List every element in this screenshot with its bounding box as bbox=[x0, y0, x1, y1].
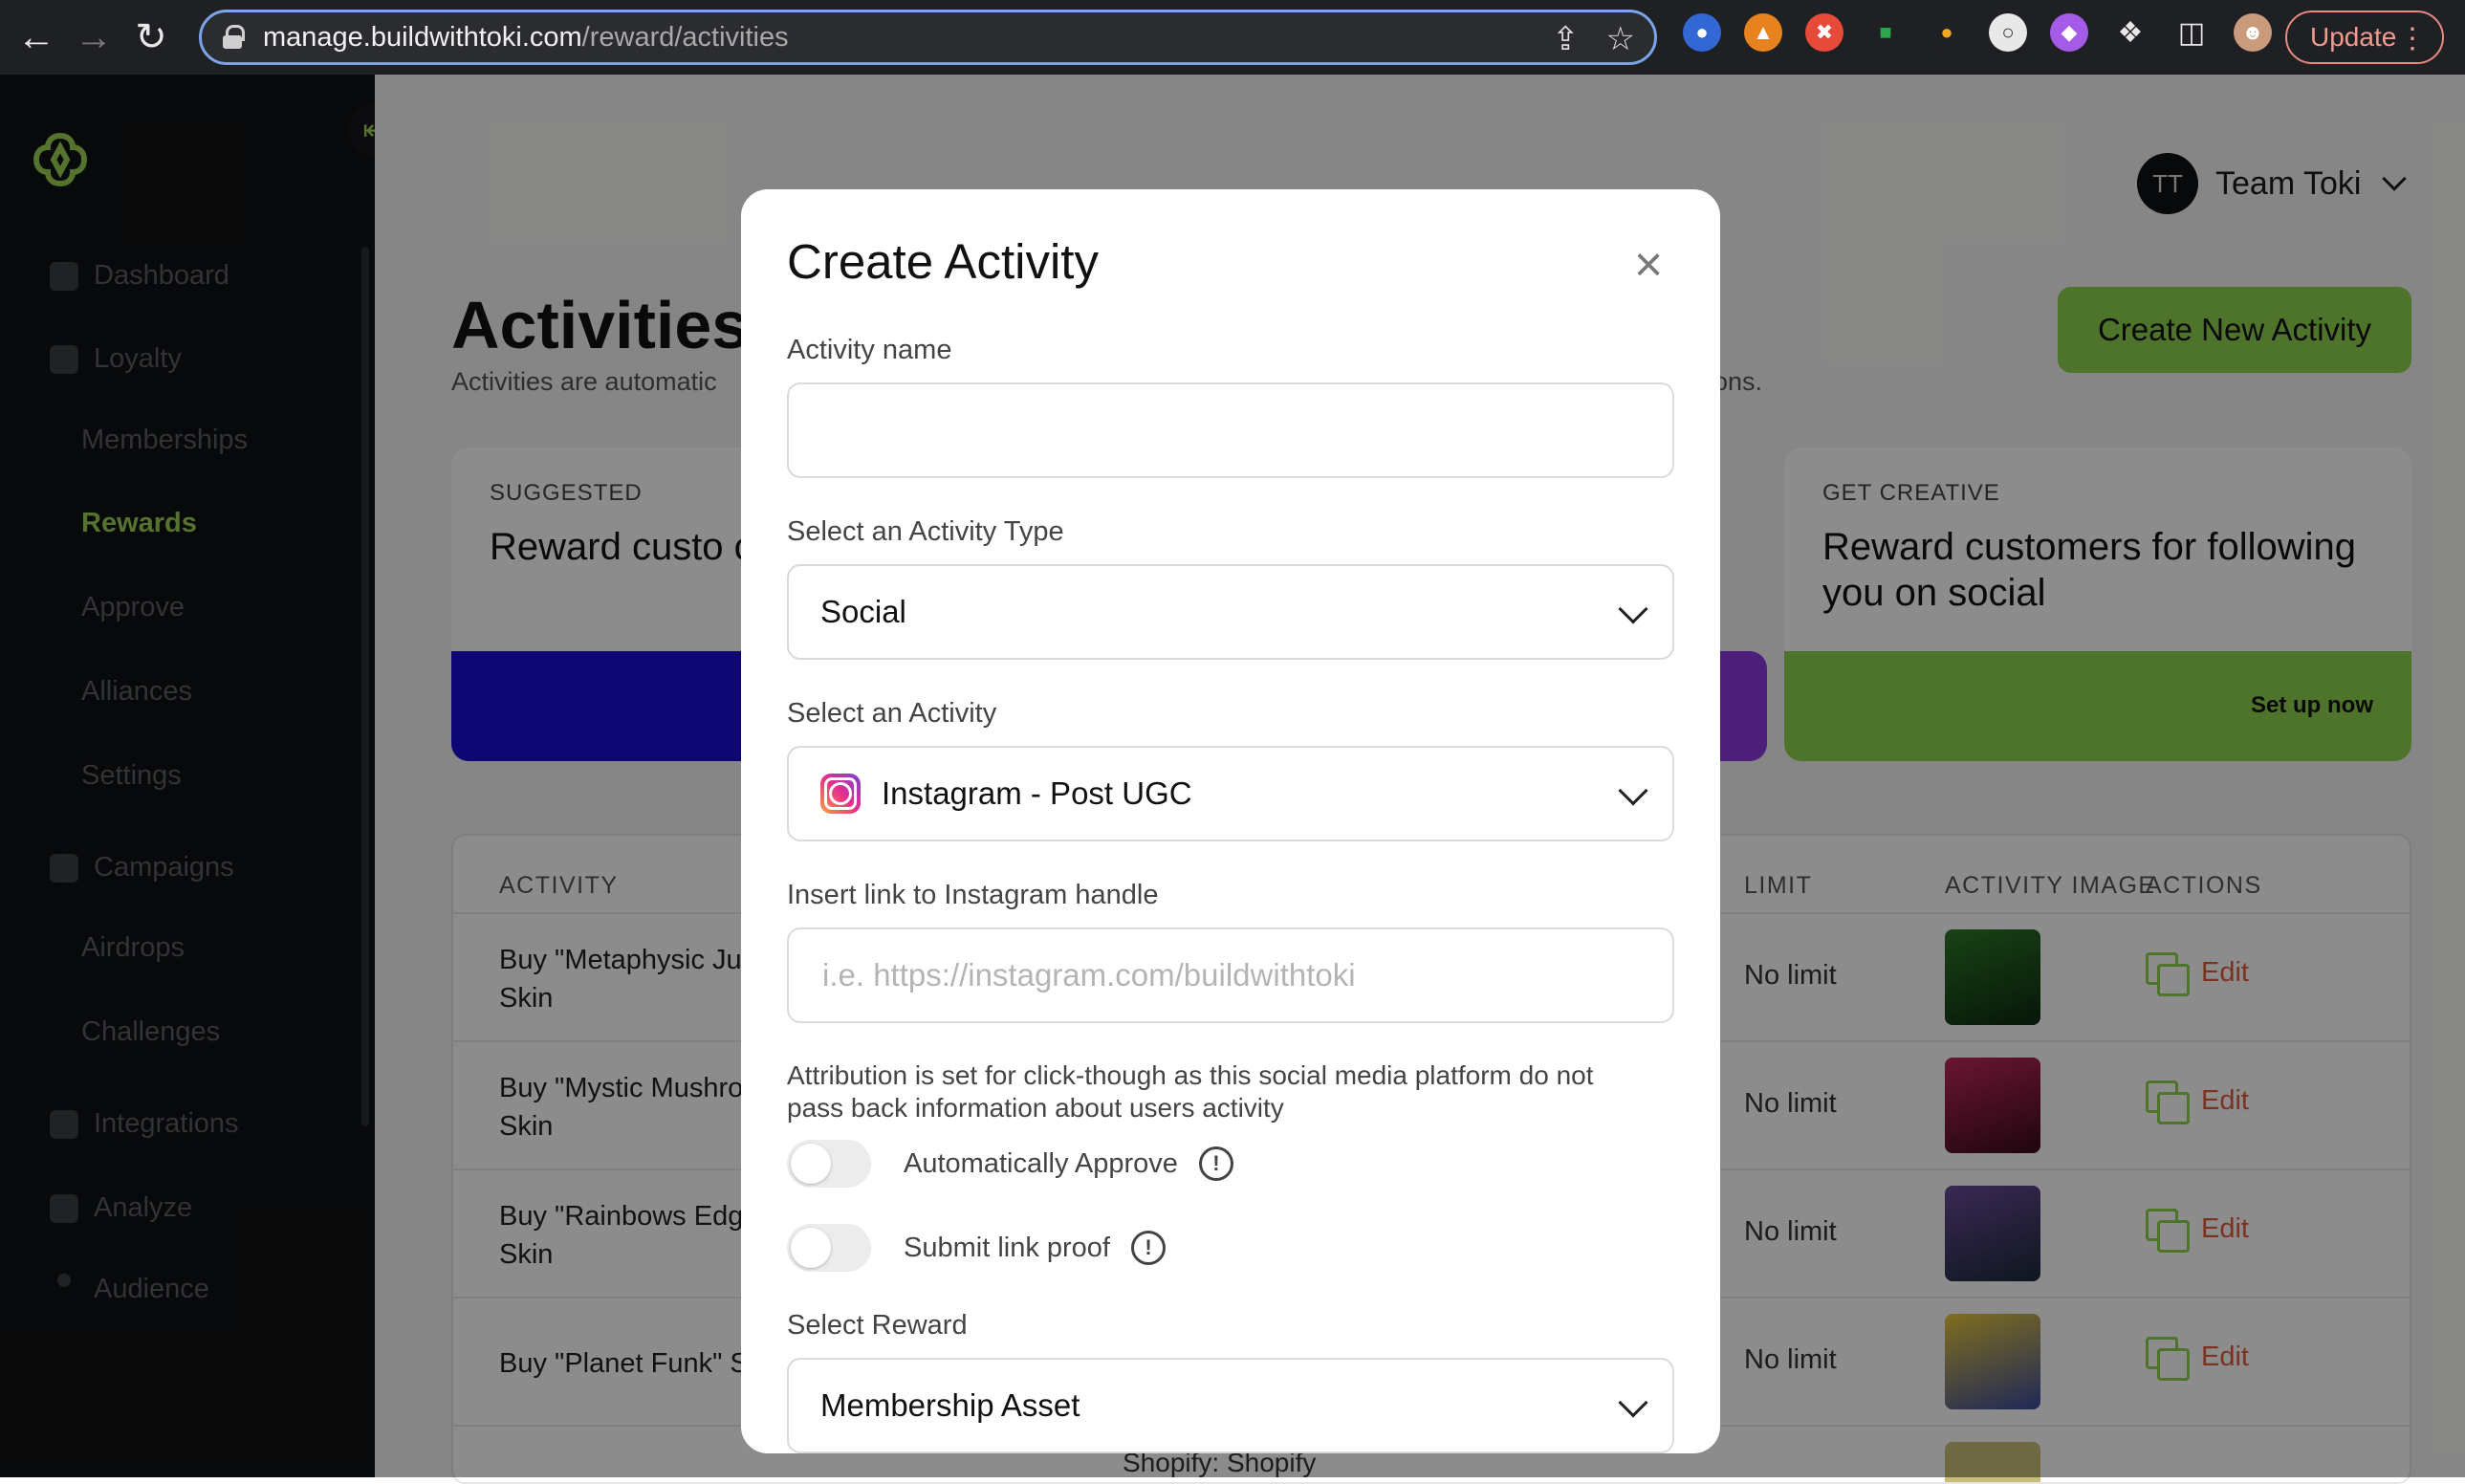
activity-label: Select an Activity bbox=[787, 698, 997, 729]
extension-icon[interactable]: ✖ bbox=[1805, 13, 1843, 52]
more-icon[interactable]: ⋮ bbox=[2398, 22, 2427, 55]
extension-icon[interactable]: ■ bbox=[1866, 13, 1905, 52]
reward-label: Select Reward bbox=[787, 1310, 968, 1341]
update-button[interactable]: Update ⋮ bbox=[2285, 11, 2444, 64]
update-label: Update bbox=[2310, 22, 2397, 52]
info-icon[interactable]: ! bbox=[1198, 1146, 1233, 1181]
chevron-down-icon bbox=[1618, 1387, 1648, 1418]
extension-icon[interactable]: ● bbox=[1928, 13, 1966, 52]
auto-approve-label: Automatically Approve bbox=[904, 1147, 1178, 1179]
activity-select[interactable]: Instagram - Post UGC bbox=[787, 746, 1674, 841]
modal-title: Create Activity bbox=[787, 234, 1099, 289]
profile-avatar[interactable]: ☻ bbox=[2234, 13, 2272, 52]
reward-select[interactable]: Membership Asset bbox=[787, 1358, 1674, 1453]
create-activity-modal: Create Activity × Activity name Select a… bbox=[741, 189, 1720, 1453]
activity-value: Instagram - Post UGC bbox=[882, 775, 1192, 811]
back-icon[interactable]: ← bbox=[8, 9, 65, 66]
chevron-down-icon bbox=[1618, 775, 1648, 806]
attribution-note: Attribution is set for click-though as t… bbox=[787, 1060, 1594, 1123]
info-icon[interactable]: ! bbox=[1131, 1231, 1166, 1265]
handle-field[interactable] bbox=[787, 928, 1674, 1023]
activity-type-label: Select an Activity Type bbox=[787, 516, 1064, 547]
submit-proof-label: Submit link proof bbox=[904, 1232, 1110, 1263]
activity-name-input[interactable] bbox=[820, 402, 1643, 459]
auto-approve-row: Automatically Approve ! bbox=[787, 1140, 1233, 1188]
handle-input[interactable] bbox=[820, 947, 1643, 1004]
url-host: manage.buildwithtoki.com bbox=[263, 21, 582, 53]
chevron-down-icon bbox=[1618, 594, 1648, 624]
sidepanel-icon[interactable]: ◫ bbox=[2172, 13, 2211, 52]
submit-proof-row: Submit link proof ! bbox=[787, 1224, 1166, 1272]
share-icon[interactable]: ⇪ bbox=[1552, 20, 1580, 58]
browser-toolbar: ← → ↻ manage.buildwithtoki.com/reward/ac… bbox=[0, 0, 2465, 75]
puzzle-icon[interactable]: ❖ bbox=[2111, 13, 2149, 52]
activity-name-field[interactable] bbox=[787, 382, 1674, 478]
metamask-icon[interactable]: ▲ bbox=[1744, 13, 1782, 52]
activity-type-value: Social bbox=[820, 594, 906, 629]
activity-type-select[interactable]: Social bbox=[787, 564, 1674, 660]
forward-icon[interactable]: → bbox=[65, 9, 122, 66]
close-icon[interactable]: × bbox=[1625, 240, 1672, 290]
reward-value: Membership Asset bbox=[820, 1387, 1080, 1423]
handle-label: Insert link to Instagram handle bbox=[787, 880, 1159, 910]
instagram-icon bbox=[820, 774, 861, 814]
extension-icon[interactable]: ○ bbox=[1989, 13, 2027, 52]
lock-icon bbox=[223, 25, 246, 50]
submit-proof-toggle[interactable] bbox=[787, 1224, 871, 1272]
auto-approve-toggle[interactable] bbox=[787, 1140, 871, 1188]
reload-icon[interactable]: ↻ bbox=[122, 9, 180, 66]
extension-icon[interactable]: ● bbox=[1683, 13, 1721, 52]
address-bar[interactable]: manage.buildwithtoki.com/reward/activiti… bbox=[199, 10, 1657, 65]
star-icon[interactable]: ☆ bbox=[1606, 20, 1635, 58]
extension-icon[interactable]: ◆ bbox=[2050, 13, 2088, 52]
url-path: /reward/activities bbox=[581, 21, 789, 53]
activity-name-label: Activity name bbox=[787, 335, 952, 365]
